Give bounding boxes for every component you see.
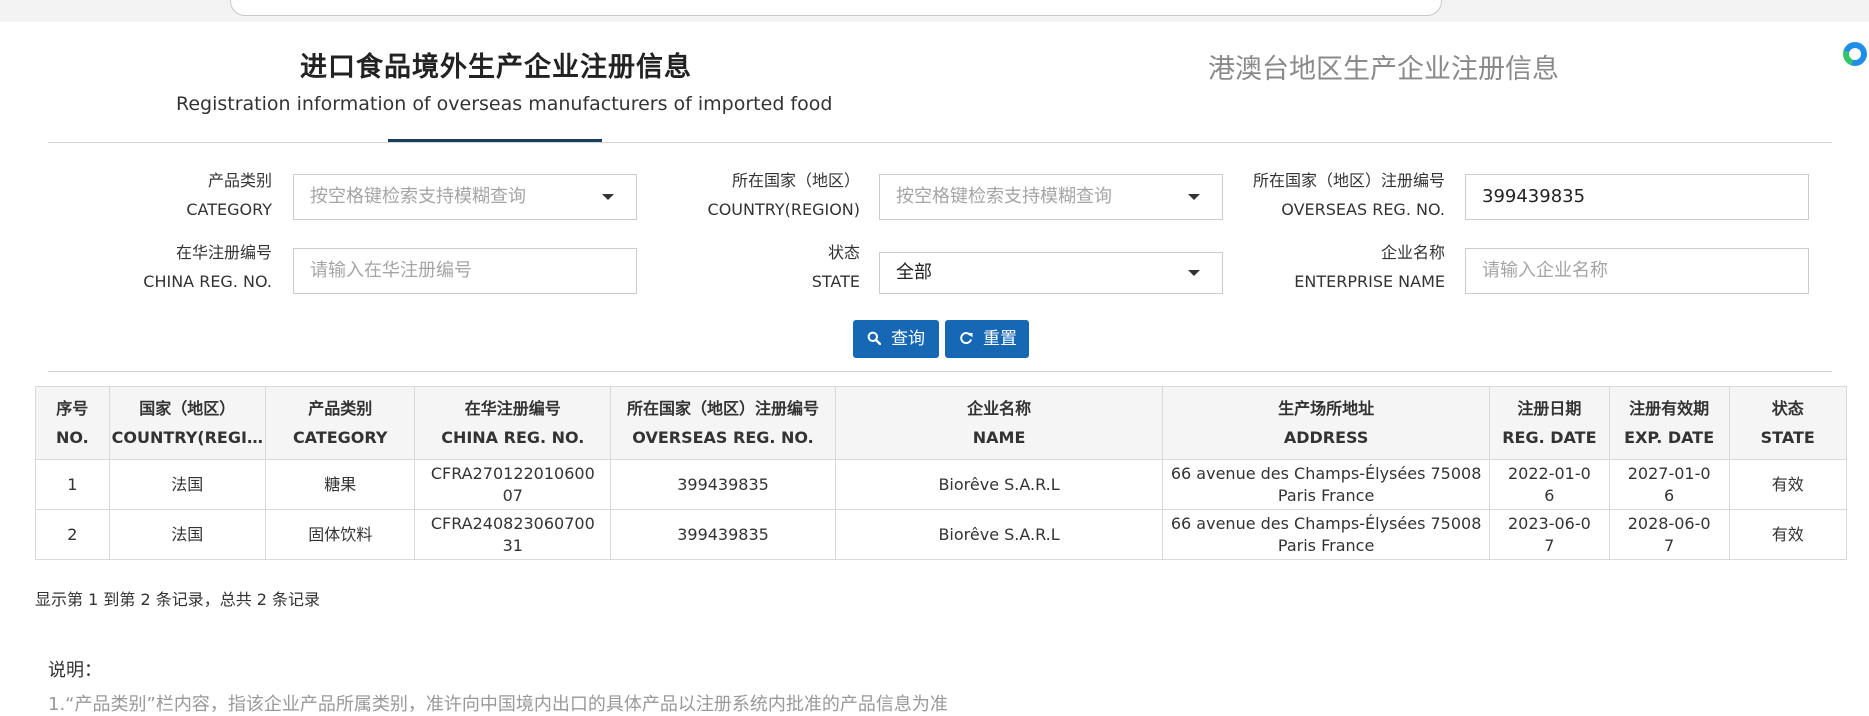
search-button[interactable]: 查询 — [853, 320, 939, 358]
category-placeholder: 按空格键检索支持模糊查询 — [310, 186, 526, 207]
edge-browser-icon[interactable] — [1843, 42, 1867, 66]
header-divider — [48, 142, 1832, 143]
cell-name: Biorêve S.A.R.L — [834, 459, 1164, 510]
reset-button[interactable]: 重置 — [945, 320, 1029, 358]
refresh-icon — [960, 332, 973, 344]
notes-title: 说明： — [48, 660, 102, 681]
col-address[interactable]: 生产场所地址 ADDRESS — [1162, 386, 1490, 460]
reset-button-label: 重置 — [983, 329, 1017, 349]
cell-overseas-reg: 399439835 — [610, 509, 836, 560]
search-button-label: 查询 — [891, 329, 925, 349]
col-overseas-reg[interactable]: 所在国家（地区）注册编号 OVERSEAS REG. NO. — [610, 386, 836, 460]
table-row[interactable]: 2 法国 固体饮料 CFRA240823060700 31 399439835 B… — [35, 509, 1848, 560]
search-icon — [867, 331, 881, 345]
col-category[interactable]: 产品类别 CATEGORY — [264, 386, 416, 460]
form-divider — [48, 371, 1832, 372]
cell-name: Biorêve S.A.R.L — [834, 509, 1164, 560]
cell-category: 糖果 — [264, 459, 416, 510]
china-reg-label: 在华注册编号 CHINA REG. NO. — [100, 238, 272, 296]
category-label-cn: 产品类别 — [207, 171, 272, 190]
pagination-summary: 显示第 1 到第 2 条记录，总共 2 条记录 — [35, 590, 321, 609]
state-value: 全部 — [896, 262, 932, 283]
enterprise-label-en: ENTERPRISE NAME — [1294, 272, 1445, 291]
overseas-reg-label-en: OVERSEAS REG. NO. — [1281, 200, 1445, 219]
cell-china-reg: CFRA240823060700 31 — [414, 509, 612, 560]
category-label-en: CATEGORY — [186, 200, 272, 219]
category-select[interactable]: 按空格键检索支持模糊查询 — [293, 174, 637, 220]
cell-exp-date: 2028-06-0 7 — [1608, 509, 1730, 560]
caret-down-icon — [602, 194, 614, 200]
country-label-en: COUNTRY(REGION) — [707, 200, 860, 219]
tab-overseas-title[interactable]: 进口食品境外生产企业注册信息 — [300, 45, 692, 84]
cell-exp-date: 2027-01-0 6 — [1608, 459, 1730, 510]
overseas-reg-input[interactable]: 399439835 — [1465, 174, 1809, 220]
table-row[interactable]: 1 法国 糖果 CFRA270122010600 07 399439835 Bio… — [35, 459, 1848, 510]
cell-no: 1 — [35, 459, 110, 510]
caret-down-icon — [1188, 194, 1200, 200]
col-reg-date[interactable]: 注册日期 REG. DATE — [1488, 386, 1610, 460]
cell-reg-date: 2022-01-0 6 — [1488, 459, 1610, 510]
cell-reg-date: 2023-06-0 7 — [1488, 509, 1610, 560]
caret-down-icon — [1188, 270, 1200, 276]
col-china-reg[interactable]: 在华注册编号 CHINA REG. NO. — [414, 386, 612, 460]
cell-address: 66 avenue des Champs-Élysées 75008 Paris … — [1162, 459, 1490, 510]
cell-overseas-reg: 399439835 — [610, 459, 836, 510]
col-state[interactable]: 状态 STATE — [1728, 386, 1848, 460]
country-label-cn: 所在国家（地区） — [731, 171, 860, 190]
enterprise-input[interactable]: 请输入企业名称 — [1465, 248, 1809, 294]
cell-china-reg: CFRA270122010600 07 — [414, 459, 612, 510]
col-name[interactable]: 企业名称 NAME — [834, 386, 1164, 460]
country-label: 所在国家（地区） COUNTRY(REGION) — [620, 166, 860, 224]
china-reg-input[interactable]: 请输入在华注册编号 — [293, 248, 637, 294]
results-table: 序号 NO. 国家（地区） COUNTRY(REGI… 产品类别 CATEGORY 在… — [35, 386, 1848, 560]
overseas-reg-label: 所在国家（地区）注册编号 OVERSEAS REG. NO. — [1230, 166, 1445, 224]
enterprise-label-cn: 企业名称 — [1380, 243, 1445, 262]
cell-address: 66 avenue des Champs-Élysées 75008 Paris … — [1162, 509, 1490, 560]
state-label: 状态 STATE — [620, 238, 860, 296]
cell-country: 法国 — [108, 459, 266, 510]
col-no[interactable]: 序号 NO. — [35, 386, 110, 460]
state-select[interactable]: 全部 — [879, 252, 1223, 294]
cell-state: 有效 — [1728, 509, 1848, 560]
cell-state: 有效 — [1728, 459, 1848, 510]
tab-hmt-title[interactable]: 港澳台地区生产企业注册信息 — [1208, 47, 1559, 86]
cell-category: 固体饮料 — [264, 509, 416, 560]
china-reg-label-en: CHINA REG. NO. — [143, 272, 272, 291]
state-label-cn: 状态 — [827, 243, 860, 262]
enterprise-label: 企业名称 ENTERPRISE NAME — [1230, 238, 1445, 296]
notes-line: 1.“产品类别”栏内容，指该企业产品所属类别，准许向中国境内出口的具体产品以注册… — [48, 694, 948, 715]
country-placeholder: 按空格键检索支持模糊查询 — [896, 186, 1112, 207]
address-bar[interactable] — [230, 0, 1442, 16]
overseas-reg-label-cn: 所在国家（地区）注册编号 — [1252, 171, 1445, 190]
tab-overseas-subtitle[interactable]: Registration information of overseas man… — [176, 93, 832, 115]
table-header-row: 序号 NO. 国家（地区） COUNTRY(REGI… 产品类别 CATEGORY 在… — [35, 386, 1848, 460]
china-reg-label-cn: 在华注册编号 — [175, 243, 272, 262]
category-label: 产品类别 CATEGORY — [100, 166, 272, 224]
cell-no: 2 — [35, 509, 110, 560]
col-exp-date[interactable]: 注册有效期 EXP. DATE — [1608, 386, 1730, 460]
col-country[interactable]: 国家（地区） COUNTRY(REGI… — [108, 386, 266, 460]
state-label-en: STATE — [811, 272, 860, 291]
country-select[interactable]: 按空格键检索支持模糊查询 — [879, 174, 1223, 220]
cell-country: 法国 — [108, 509, 266, 560]
